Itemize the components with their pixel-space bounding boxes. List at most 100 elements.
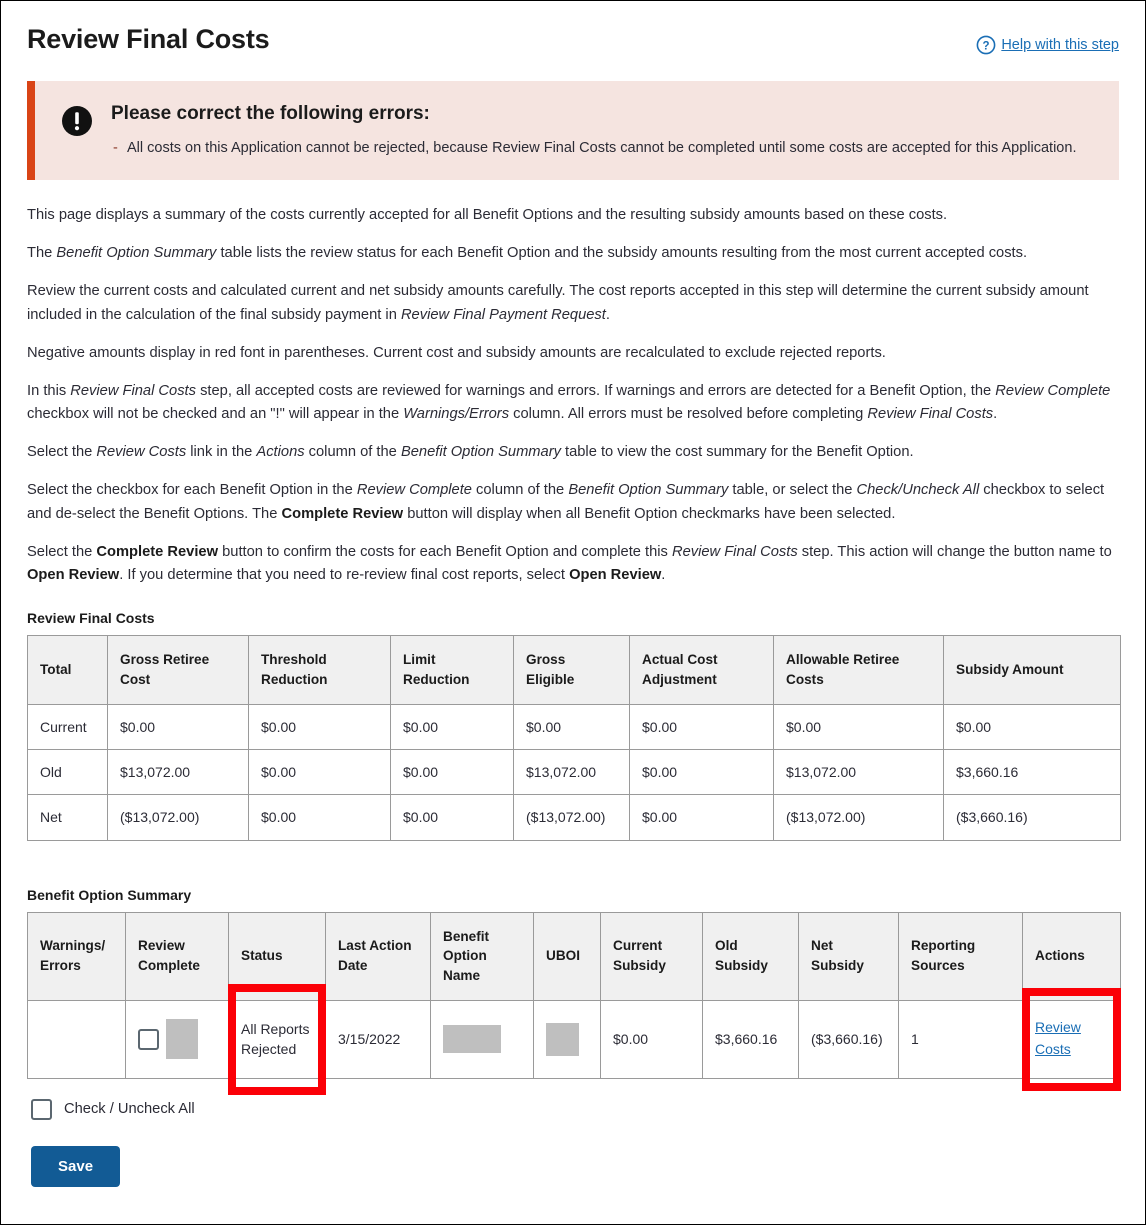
cell-actual-cost-adjustment: $0.00 xyxy=(629,794,774,841)
cell-allowable-retiree-costs: $0.00 xyxy=(773,703,944,750)
text-fragment: column. All errors must be resolved befo… xyxy=(509,406,868,423)
text-fragment: column of the xyxy=(471,481,569,498)
cell-subsidy-amount: $0.00 xyxy=(943,703,1121,750)
text-fragment: . If you determine that you need to re-r… xyxy=(119,567,570,584)
question-circle-icon: ? xyxy=(976,35,996,55)
cell-gross-eligible: $13,072.00 xyxy=(513,748,630,796)
review-complete-checkbox[interactable] xyxy=(138,1028,159,1050)
text-emphasis: Review Costs xyxy=(96,444,187,461)
cell-limit-reduction: $0.00 xyxy=(390,794,514,841)
column-header-actions: Actions xyxy=(1022,911,1121,1001)
text-emphasis: Review Complete xyxy=(356,481,472,498)
text-fragment: step. This action will change the button… xyxy=(797,543,1112,560)
column-header-gross-retiree-cost: Gross Retiree Cost xyxy=(107,635,249,705)
text-emphasis: Review Final Payment Request xyxy=(400,306,606,323)
cell-gross-retiree-cost: ($13,072.00) xyxy=(107,794,249,841)
table-row: All Reports Rejected 3/15/2022 $0.00 $3,… xyxy=(27,983,1121,1095)
status-highlight-box xyxy=(228,983,326,1095)
row-label: Net xyxy=(27,794,108,841)
error-message-list: All costs on this Application cannot be … xyxy=(111,138,1099,159)
text-fragment: . xyxy=(605,306,610,323)
cell-actual-cost-adjustment: $0.00 xyxy=(629,703,774,750)
cell-gross-retiree-cost: $0.00 xyxy=(107,703,249,750)
column-header-actual-cost-adjustment: Actual Cost Adjustment xyxy=(629,635,774,705)
cell-limit-reduction: $0.00 xyxy=(390,748,514,796)
text-fragment: link in the xyxy=(186,444,257,461)
intro-paragraph-2: The Benefit Option Summary table lists t… xyxy=(27,242,1119,266)
text-emphasis: Review Complete xyxy=(995,382,1111,399)
cell-limit-reduction: $0.00 xyxy=(390,703,514,750)
column-header-allowable-retiree-costs: Allowable Retiree Costs xyxy=(773,635,944,705)
text-emphasis: Check/Uncheck All xyxy=(856,481,980,498)
redacted-value xyxy=(546,1022,579,1056)
cell-allowable-retiree-costs: $13,072.00 xyxy=(773,748,944,796)
text-emphasis: Review Final Costs xyxy=(867,406,994,423)
column-header-review-complete: Review Complete xyxy=(125,911,229,1001)
text-fragment: table, or select the xyxy=(728,481,857,498)
intro-paragraph-3: Review the current costs and calculated … xyxy=(27,280,1119,328)
cell-threshold-reduction: $0.00 xyxy=(248,703,391,750)
table-row: Old $13,072.00 $0.00 $0.00 $13,072.00 $0… xyxy=(27,748,1121,796)
cell-uboi xyxy=(533,999,601,1079)
costs-table-caption: Review Final Costs xyxy=(27,610,155,627)
column-header-old-subsidy: Old Subsidy xyxy=(702,911,799,1001)
column-header-uboi: UBOI xyxy=(533,911,601,1001)
text-emphasis: Actions xyxy=(256,444,305,461)
column-header-total: Total xyxy=(27,635,108,705)
text-fragment: Select the xyxy=(27,543,97,560)
intro-paragraph-1: This page displays a summary of the cost… xyxy=(27,207,948,224)
column-header-status: Status xyxy=(228,911,326,1001)
error-banner: Please correct the following errors: All… xyxy=(27,81,1119,181)
cell-threshold-reduction: $0.00 xyxy=(248,748,391,796)
review-costs-link[interactable]: Review Costs xyxy=(1035,1017,1108,1060)
table-row: Current $0.00 $0.00 $0.00 $0.00 $0.00 $0… xyxy=(27,703,1121,750)
text-fragment: step, all accepted costs are reviewed fo… xyxy=(195,382,996,399)
svg-text:?: ? xyxy=(983,40,990,52)
text-fragment: In this xyxy=(27,382,71,399)
text-fragment: button will display when all Benefit Opt… xyxy=(403,505,896,522)
cell-net-subsidy: ($3,660.16) xyxy=(798,999,899,1079)
cell-last-action-date: 3/15/2022 xyxy=(325,999,431,1079)
intro-paragraph-7: Select the checkbox for each Benefit Opt… xyxy=(27,479,1119,527)
column-header-net-subsidy: Net Subsidy xyxy=(798,911,899,1001)
text-strong: Complete Review xyxy=(281,505,404,522)
text-fragment: checkbox will not be checked and an "!" … xyxy=(27,406,404,423)
text-strong: Complete Review xyxy=(96,543,219,560)
review-final-costs-table: Total Gross Retiree Cost Threshold Reduc… xyxy=(27,635,1121,841)
row-label: Current xyxy=(27,703,108,750)
text-emphasis: Review Final Costs xyxy=(671,543,798,560)
cell-gross-eligible: $0.00 xyxy=(513,703,630,750)
cell-gross-retiree-cost: $13,072.00 xyxy=(107,748,249,796)
column-header-limit-reduction: Limit Reduction xyxy=(390,635,514,705)
check-uncheck-all-row: Check / Uncheck All xyxy=(31,1098,1119,1120)
text-fragment: . xyxy=(993,406,998,423)
cell-old-subsidy: $3,660.16 xyxy=(702,999,799,1079)
help-with-this-step-link[interactable]: ? Help with this step xyxy=(976,35,1119,55)
text-fragment: . xyxy=(661,567,666,584)
column-header-benefit-option-name: Benefit Option Name xyxy=(430,911,534,1001)
text-strong: Open Review xyxy=(27,567,120,584)
text-emphasis: Warnings/Errors xyxy=(403,406,510,423)
cell-reporting-sources: 1 xyxy=(898,999,1023,1079)
column-header-reporting-sources: Reporting Sources xyxy=(898,911,1023,1001)
cell-threshold-reduction: $0.00 xyxy=(248,794,391,841)
redacted-value xyxy=(443,1025,501,1054)
column-header-current-subsidy: Current Subsidy xyxy=(600,911,703,1001)
text-fragment: The xyxy=(27,245,57,262)
check-uncheck-all-checkbox[interactable] xyxy=(31,1098,52,1120)
summary-table-caption: Benefit Option Summary xyxy=(27,886,192,903)
cell-allowable-retiree-costs: ($13,072.00) xyxy=(773,794,944,841)
summary-table-header-row: Warnings/ Errors Review Complete Status … xyxy=(27,911,1121,1001)
row-label: Old xyxy=(27,748,108,796)
save-button[interactable]: Save xyxy=(31,1145,121,1187)
help-link-label: Help with this step xyxy=(1001,37,1119,53)
exclamation-circle-icon xyxy=(61,105,93,137)
cell-subsidy-amount: ($3,660.16) xyxy=(943,794,1121,841)
cell-review-complete xyxy=(125,999,229,1079)
intro-paragraph-5: In this Review Final Costs step, all acc… xyxy=(27,380,1119,428)
error-banner-title: Please correct the following errors: xyxy=(111,103,430,125)
text-fragment: column of the xyxy=(304,444,401,461)
page-title: Review Final Costs xyxy=(27,24,270,54)
column-header-last-action-date: Last Action Date xyxy=(325,911,431,1001)
text-strong: Open Review xyxy=(569,567,662,584)
